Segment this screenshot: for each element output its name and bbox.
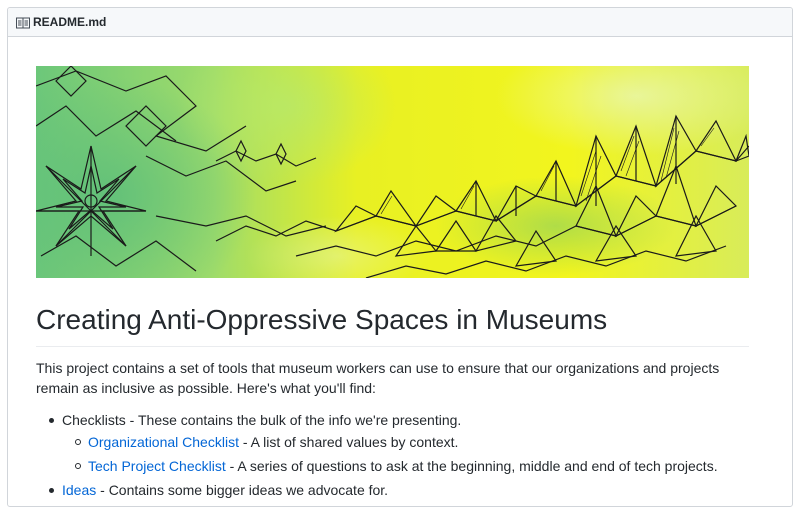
checklists-description: - These contains the bulk of the info we… [125,412,462,428]
readme-header: README.md [8,8,792,37]
page-title: Creating Anti-Oppressive Spaces in Museu… [36,300,749,347]
list-item-tech-project-checklist: Tech Project Checklist - A series of que… [62,456,749,476]
checklists-label: Checklists [62,412,126,428]
readme-filename[interactable]: README.md [33,15,106,29]
ideas-link[interactable]: Ideas [62,482,96,498]
contents-list: Checklists - These contains the bulk of … [36,410,749,500]
organizational-checklist-description: - A list of shared values by context. [238,434,459,450]
list-item-checklists: Checklists - These contains the bulk of … [36,410,749,476]
ideas-description: - Contains some bigger ideas we advocate… [96,482,389,498]
tech-project-checklist-description: - A series of questions to ask at the be… [225,458,718,474]
checklists-sublist: Organizational Checklist - A list of sha… [62,432,749,476]
intro-paragraph: This project contains a set of tools tha… [36,360,720,396]
banner-image [36,66,749,278]
list-item-ideas: Ideas - Contains some bigger ideas we ad… [36,480,749,500]
book-icon [16,16,30,29]
tech-project-checklist-link[interactable]: Tech Project Checklist [88,458,226,474]
organizational-checklist-link[interactable]: Organizational Checklist [88,434,239,450]
list-item-organizational-checklist: Organizational Checklist - A list of sha… [62,432,749,452]
